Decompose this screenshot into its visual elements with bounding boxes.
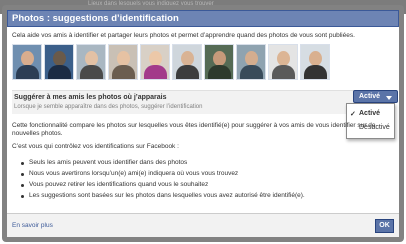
friend-photo [76,44,106,80]
tag-suggestions-dialog: Photos : suggestions d’identification Ce… [2,5,404,242]
learn-more-link[interactable]: En savoir plus [12,222,53,229]
bullet-item: Seuls les amis peuvent vous identifier d… [21,159,305,170]
caret-down-icon [386,96,392,100]
photo-strip [12,44,330,80]
privacy-dropdown-button[interactable]: Activé [353,90,398,103]
friend-photo [300,44,330,80]
explanation-line: nouvelles photos. [12,130,63,137]
friend-photo [268,44,298,80]
menu-item-active[interactable]: ✓ Activé [347,108,394,121]
explanation-text: Cette fonctionnalité compare les photos … [12,122,402,156]
bullet-item: Vous pouvez retirer les identifications … [21,181,305,192]
friend-photo [236,44,266,80]
suggest-setting-row: Suggérer à mes amis les photos où j’appa… [12,90,394,114]
bullet-item: Nous vous avertirons lorsqu’un(e) ami(e)… [21,170,305,181]
ok-button[interactable]: OK [375,219,394,233]
bullet-item: Les suggestions sont basées sur les phot… [21,192,305,203]
dropdown-label: Activé [359,93,381,100]
explanation-line: Cette fonctionnalité compare les photos … [12,122,376,129]
dialog-header: Photos : suggestions d’identification [7,10,399,27]
friend-photo [12,44,42,80]
menu-item-label: Activé [359,110,381,117]
friend-photo [172,44,202,80]
dialog-title: Photos : suggestions d’identification [12,13,179,24]
friend-photo [44,44,74,80]
checkmark-icon: ✓ [350,111,356,118]
friend-photo [204,44,234,80]
suggest-setting-title: Suggérer à mes amis les photos où j’appa… [14,94,167,101]
friend-photo [108,44,138,80]
suggest-setting-subtitle: Lorsque je semble apparaître dans des ph… [14,104,203,110]
intro-text: Cela aide vos amis à identifier et parta… [12,32,355,39]
bullet-list: Seuls les amis peuvent vous identifier d… [21,159,305,203]
control-intro: C’est vous qui contrôlez vos identificat… [12,143,179,150]
friend-photo [140,44,170,80]
dialog-footer: En savoir plus OK [7,213,399,237]
